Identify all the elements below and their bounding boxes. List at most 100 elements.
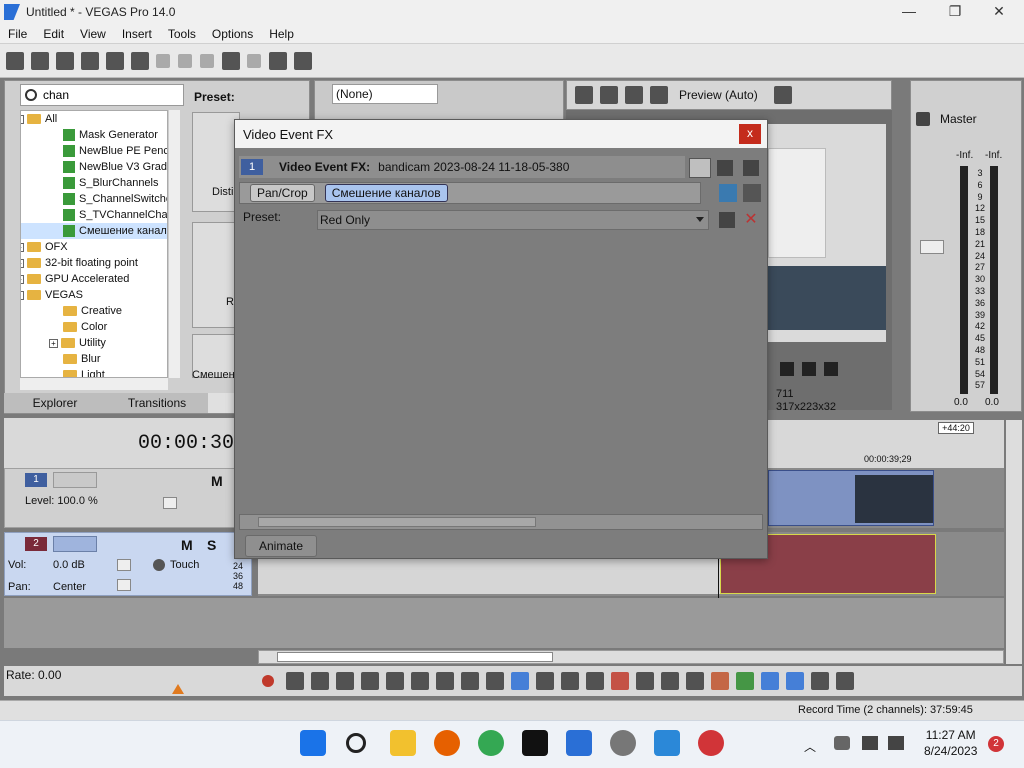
delete-icon[interactable] bbox=[611, 672, 629, 690]
close-button[interactable]: ✕ bbox=[976, 0, 1022, 24]
dialog-close-button[interactable]: x bbox=[739, 124, 761, 144]
save-icon[interactable] bbox=[56, 51, 74, 70]
tab-explorer[interactable]: Explorer bbox=[4, 393, 106, 413]
tree-item[interactable]: NewBlue V3 Gradie bbox=[21, 159, 167, 175]
dialog-scroll-thumb[interactable] bbox=[258, 517, 536, 527]
menu-help[interactable]: Help bbox=[261, 27, 302, 41]
tree-item[interactable]: Смешение канала bbox=[21, 223, 167, 239]
chain-list-view-icon[interactable] bbox=[689, 158, 711, 178]
menu-options[interactable]: Options bbox=[204, 27, 261, 41]
pause-icon[interactable] bbox=[361, 672, 379, 690]
paste-icon[interactable] bbox=[200, 53, 214, 68]
track-2-mute-button[interactable]: M bbox=[181, 537, 193, 553]
dialog-horizontal-scrollbar[interactable] bbox=[239, 514, 763, 530]
tree-item[interactable]: - VEGAS bbox=[21, 287, 167, 303]
undo-icon[interactable] bbox=[222, 51, 240, 70]
prev-frame-icon[interactable] bbox=[802, 362, 816, 376]
tree-item[interactable]: +32-bit floating point bbox=[21, 255, 167, 271]
7zip-icon[interactable] bbox=[522, 730, 548, 756]
track-2-pan-slider[interactable] bbox=[117, 579, 131, 591]
selection-tool-icon[interactable] bbox=[561, 672, 579, 690]
tree-item[interactable]: Light bbox=[21, 367, 167, 377]
tree-horizontal-scrollbar[interactable] bbox=[20, 378, 168, 390]
tree-item[interactable]: S_ChannelSwitche bbox=[21, 191, 167, 207]
play-icon[interactable] bbox=[336, 672, 354, 690]
volume-icon[interactable] bbox=[888, 736, 904, 750]
copy-icon[interactable] bbox=[178, 53, 192, 68]
fx-chain-channel-blend[interactable]: Смешение каналов bbox=[324, 184, 448, 202]
open-icon[interactable] bbox=[31, 51, 49, 70]
collapse-icon[interactable]: - bbox=[21, 290, 24, 300]
preview-settings-icon[interactable] bbox=[575, 86, 593, 104]
insert-region-icon[interactable] bbox=[736, 672, 754, 690]
new-project-icon[interactable] bbox=[6, 51, 24, 70]
expand-icon[interactable]: + bbox=[21, 242, 24, 252]
stop-icon[interactable] bbox=[386, 672, 404, 690]
save-preset-icon[interactable] bbox=[719, 212, 735, 228]
tree-item[interactable]: - All bbox=[21, 111, 167, 127]
record-icon[interactable] bbox=[262, 675, 274, 687]
tree-item[interactable]: + Utility bbox=[21, 335, 167, 351]
preview-split-icon[interactable] bbox=[625, 86, 643, 104]
system-clock[interactable]: 11:27 AM 8/24/2023 bbox=[924, 727, 977, 759]
notification-badge[interactable]: 2 bbox=[988, 736, 1004, 752]
rate-slider-handle[interactable] bbox=[172, 684, 184, 694]
maximize-button[interactable]: ❐ bbox=[932, 0, 978, 24]
track-2-header[interactable]: 2 M S Vol: 0.0 dB Touch Pan: Center 24 3… bbox=[4, 532, 252, 596]
normal-edit-tool-icon[interactable] bbox=[511, 672, 529, 690]
preview-copy-icon[interactable] bbox=[600, 86, 618, 104]
go-to-end-icon[interactable] bbox=[436, 672, 454, 690]
app-taskbar-icon[interactable] bbox=[610, 730, 636, 756]
tree-item[interactable]: Mask Generator bbox=[21, 127, 167, 143]
split-icon[interactable] bbox=[661, 672, 679, 690]
loop-playback-icon[interactable] bbox=[286, 672, 304, 690]
plugin-chooser-icon[interactable] bbox=[719, 184, 737, 202]
firefox-icon[interactable] bbox=[434, 730, 460, 756]
minimize-button[interactable]: — bbox=[886, 0, 932, 24]
remove-plugin-icon[interactable] bbox=[743, 184, 761, 202]
plugin-search-box[interactable] bbox=[20, 84, 184, 106]
expand-icon[interactable]: + bbox=[21, 258, 24, 268]
next-frame-icon[interactable] bbox=[780, 362, 794, 376]
snapping-icon[interactable] bbox=[761, 672, 779, 690]
preview-quality-dropdown[interactable]: Preview (Auto) bbox=[679, 88, 758, 102]
track-1-mute-button[interactable]: M bbox=[211, 473, 223, 489]
video-event-clip[interactable] bbox=[768, 470, 934, 526]
animate-button[interactable]: Animate bbox=[245, 535, 317, 557]
track-2-vol-slider[interactable] bbox=[117, 559, 131, 571]
ripple-mode-icon[interactable] bbox=[811, 672, 829, 690]
previous-frame-icon[interactable] bbox=[461, 672, 479, 690]
dialog-title-bar[interactable]: Video Event FX x bbox=[235, 120, 767, 148]
tree-vertical-scrollbar[interactable] bbox=[168, 110, 180, 378]
track-2-solo-button[interactable]: S bbox=[207, 537, 216, 553]
start-icon[interactable] bbox=[300, 730, 326, 756]
expand-icon[interactable]: + bbox=[21, 274, 24, 284]
go-to-start-icon[interactable] bbox=[411, 672, 429, 690]
fx-chain-pan-crop[interactable]: Pan/Crop bbox=[250, 184, 315, 202]
network-icon[interactable] bbox=[862, 736, 878, 750]
preview-overlay-icon[interactable] bbox=[650, 86, 668, 104]
chevron-up-icon[interactable]: ︿ bbox=[804, 738, 816, 755]
timeline-horizontal-scrollbar[interactable] bbox=[258, 650, 1004, 664]
grid-icon[interactable] bbox=[773, 86, 792, 104]
tree-item[interactable]: NewBlue PE Pencil bbox=[21, 143, 167, 159]
render-icon[interactable] bbox=[106, 51, 124, 70]
preset-thumb-2[interactable] bbox=[192, 222, 240, 328]
track-1-name-field[interactable] bbox=[53, 472, 97, 488]
timeline-scroll-thumb[interactable] bbox=[277, 652, 553, 662]
zoom-tool-icon[interactable] bbox=[586, 672, 604, 690]
track-2-name-field[interactable] bbox=[53, 536, 97, 552]
lock-icon[interactable] bbox=[686, 672, 704, 690]
vegas-taskbar-icon[interactable] bbox=[566, 730, 592, 756]
redo-icon[interactable] bbox=[247, 53, 261, 68]
menu-view[interactable]: View bbox=[72, 27, 114, 41]
trim-icon[interactable] bbox=[636, 672, 654, 690]
menu-edit[interactable]: Edit bbox=[35, 27, 72, 41]
chain-grid-view-icon[interactable] bbox=[717, 160, 733, 176]
tab-transitions[interactable]: Transitions bbox=[106, 393, 208, 413]
chrome-icon[interactable] bbox=[478, 730, 504, 756]
menu-file[interactable]: File bbox=[0, 27, 35, 41]
menu-insert[interactable]: Insert bbox=[114, 27, 160, 41]
collapse-icon[interactable]: - bbox=[21, 114, 24, 124]
save-as-icon[interactable] bbox=[81, 51, 99, 70]
